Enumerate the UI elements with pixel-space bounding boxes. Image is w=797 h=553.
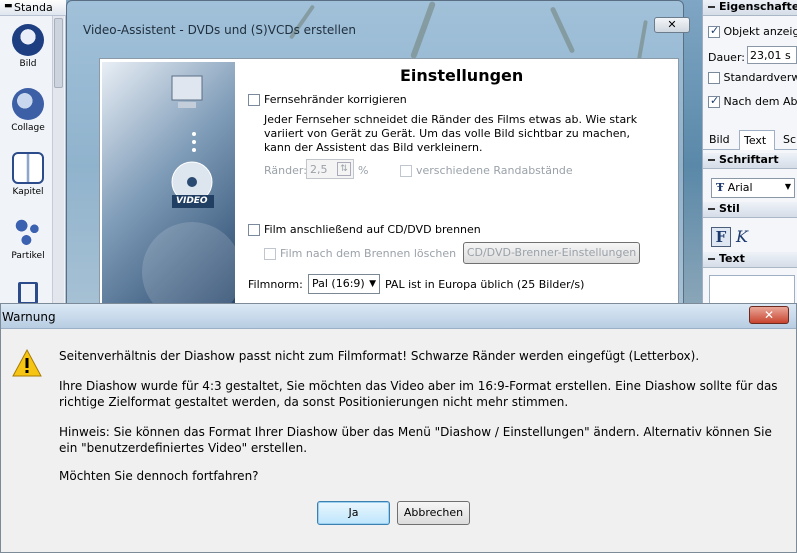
margins-label: Ränder: bbox=[264, 164, 307, 177]
tv-borders-label: Fernsehränder korrigieren bbox=[264, 93, 407, 106]
toolbar-item-label: Collage bbox=[11, 123, 45, 133]
checkbox-box[interactable] bbox=[264, 248, 276, 260]
delete-after-burn-label: Film nach dem Brennen löschen bbox=[280, 247, 457, 260]
after-playback-label: Nach dem Abspi bbox=[723, 95, 797, 108]
checkbox-box[interactable] bbox=[248, 224, 260, 236]
toolbar-item-label: Kapitel bbox=[12, 187, 44, 197]
delete-after-burn-checkbox[interactable]: Film nach dem Brennen löschen bbox=[264, 247, 456, 260]
standard-label: Standardverwe bbox=[723, 71, 797, 84]
tab-text[interactable]: Text bbox=[739, 130, 775, 150]
particle-icon bbox=[12, 216, 44, 248]
toolbar-item-partikel[interactable]: Partikel bbox=[4, 216, 52, 261]
left-toolbar: ▬ Standa Bild Collage Kapitel Partikel bbox=[0, 0, 66, 310]
image-icon bbox=[12, 24, 44, 56]
checkbox-box[interactable] bbox=[248, 94, 260, 106]
tv-borders-checkbox[interactable]: Fernsehränder korrigieren bbox=[248, 93, 407, 106]
film-norm-value: Pal (16:9) bbox=[312, 277, 365, 290]
warning-close-button[interactable]: ✕ bbox=[749, 306, 789, 324]
toolbar-item-bild[interactable]: Bild bbox=[4, 24, 52, 69]
burn-label: Film anschließend auf CD/DVD brennen bbox=[264, 223, 481, 236]
margins-value: 2,5 bbox=[310, 163, 328, 176]
close-icon: ✕ bbox=[763, 308, 775, 322]
duration-field[interactable]: 23,01 s bbox=[747, 46, 797, 64]
warning-title: Warnung bbox=[2, 310, 56, 324]
checkbox-box[interactable] bbox=[708, 94, 720, 108]
toolbar-item-label: Bild bbox=[19, 59, 37, 69]
duration-label: Dauer: bbox=[708, 51, 745, 64]
burner-settings-button[interactable]: CD/DVD-Brenner-Einstellungen bbox=[463, 242, 640, 264]
banner-graphic bbox=[142, 75, 242, 322]
dialog-title: Video-Assistent - DVDs und (S)VCDs erste… bbox=[83, 23, 356, 37]
warning-dialog: Warnung ✕ Seitenverhältnis der Diashow p… bbox=[0, 303, 797, 553]
checkbox-box[interactable] bbox=[708, 72, 720, 84]
show-object-checkbox[interactable]: Objekt anzeigen bbox=[708, 24, 797, 38]
toolbar-header-label: Standa bbox=[14, 1, 53, 14]
banner-label: VIDEO bbox=[176, 196, 208, 206]
warning-message-4: Möchten Sie dennoch fortfahren? bbox=[59, 469, 259, 483]
toolbar-item-label: Partikel bbox=[11, 251, 45, 261]
warning-message-3: Hinweis: Sie können das Format Ihrer Dia… bbox=[59, 425, 772, 455]
toolbar-item-kapitel[interactable]: Kapitel bbox=[4, 152, 52, 197]
style-section-header[interactable]: Stil bbox=[703, 202, 797, 218]
various-margins-label: verschiedene Randabstände bbox=[416, 164, 573, 177]
video-banner: VIDEO bbox=[102, 62, 242, 322]
warning-titlebar: Warnung ✕ bbox=[1, 304, 796, 329]
font-section-header[interactable]: Schriftart bbox=[703, 153, 797, 169]
after-playback-checkbox[interactable]: Nach dem Abspi bbox=[708, 94, 797, 108]
font-value: Arial bbox=[727, 181, 753, 194]
properties-panel: Eigenschaften Objekt anzeigen Dauer: 23,… bbox=[702, 0, 797, 310]
various-margins-checkbox[interactable]: verschiedene Randabstände bbox=[400, 164, 573, 177]
video-dialog-close-button[interactable]: ✕ bbox=[654, 17, 690, 33]
font-select[interactable]: Ŧ Arial ▼ bbox=[711, 178, 795, 198]
italic-icon[interactable]: K bbox=[736, 227, 748, 246]
tab-bild[interactable]: Bild bbox=[709, 133, 730, 146]
scrollbar-thumb[interactable] bbox=[54, 18, 63, 88]
bold-icon[interactable]: F bbox=[711, 227, 731, 247]
yes-button[interactable]: Ja bbox=[317, 501, 390, 525]
chevron-down-icon: ▼ bbox=[784, 182, 791, 191]
collage-icon bbox=[12, 88, 44, 120]
warning-icon bbox=[12, 348, 42, 377]
toolbar-scrollbar[interactable] bbox=[52, 16, 64, 310]
tv-borders-description: Jeder Fernseher schneidet die Ränder des… bbox=[264, 113, 638, 154]
margins-unit: % bbox=[358, 164, 369, 177]
bracket-icon bbox=[18, 282, 38, 304]
spinner-arrows-icon[interactable]: ⇅ bbox=[337, 162, 351, 176]
film-norm-select[interactable]: Pal (16:9) ▼ bbox=[308, 274, 380, 294]
properties-header: Eigenschaften bbox=[703, 0, 797, 16]
chapter-icon bbox=[12, 152, 44, 184]
margins-spinner[interactable]: 2,5 ⇅ bbox=[306, 159, 354, 179]
tab-strip: Bild Text Sc bbox=[703, 130, 797, 150]
chevron-down-icon: ▼ bbox=[369, 279, 376, 289]
film-norm-label: Filmnorm: bbox=[248, 278, 303, 291]
close-icon: ✕ bbox=[667, 18, 677, 31]
film-norm-hint: PAL ist in Europa üblich (25 Bilder/s) bbox=[385, 278, 585, 291]
show-object-label: Objekt anzeigen bbox=[723, 25, 797, 38]
text-section-header[interactable]: Text bbox=[703, 252, 797, 268]
checkbox-box[interactable] bbox=[400, 165, 412, 177]
warning-message-2: Ihre Diashow wurde für 4:3 gestaltet, Si… bbox=[59, 379, 778, 409]
toolbar-header: ▬ Standa bbox=[0, 0, 66, 16]
standard-checkbox[interactable]: Standardverwe bbox=[708, 71, 797, 84]
tab-sc[interactable]: Sc bbox=[783, 133, 796, 146]
toolbar-item-collage[interactable]: Collage bbox=[4, 88, 52, 133]
cancel-button[interactable]: Abbrechen bbox=[397, 501, 470, 525]
font-icon: Ŧ bbox=[716, 181, 725, 194]
burn-checkbox[interactable]: Film anschließend auf CD/DVD brennen bbox=[248, 223, 481, 236]
section-title: Einstellungen bbox=[400, 66, 524, 85]
warning-message-1: Seitenverhältnis der Diashow passt nicht… bbox=[59, 349, 700, 363]
checkbox-box[interactable] bbox=[708, 24, 720, 38]
